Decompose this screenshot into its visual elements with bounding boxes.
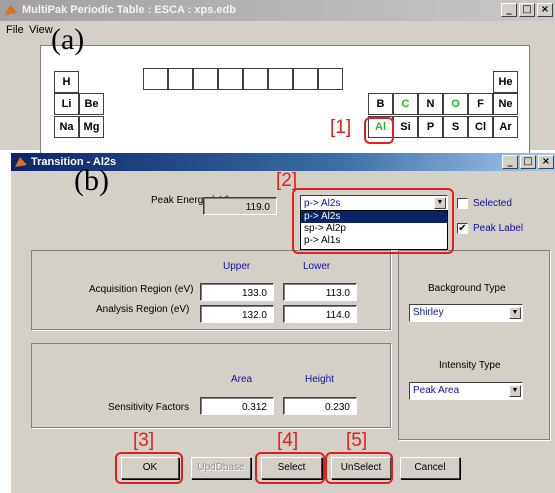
element-blank[interactable] [218,68,243,90]
minimize-button[interactable]: _ [501,3,517,17]
intensity-type-value: Peak Area [413,385,460,396]
annotation-box-2 [292,188,454,254]
element-cl[interactable]: Cl [468,116,493,138]
area-header: Area [231,374,253,385]
analysis-lower-field[interactable]: 114.0 [283,305,357,323]
element-li[interactable]: Li [54,93,79,115]
selected-checkbox[interactable] [457,198,468,209]
cancel-button[interactable]: Cancel [400,457,460,479]
annotation-box-1 [364,117,394,144]
element-blank[interactable] [318,68,343,90]
background-panel [398,250,550,440]
element-c[interactable]: C [393,93,418,115]
element-blank[interactable] [168,68,193,90]
annotation-marker-3: [3] [133,430,155,451]
element-b[interactable]: B [368,93,393,115]
annotation-marker-1: [1] [330,117,352,138]
periodic-table: H He Li Be B C N O F Ne Na Mg Al Si P S … [40,45,530,155]
annotation-box-5 [325,452,393,484]
maximize-button[interactable]: □ [520,155,536,169]
matlab-icon [5,5,17,15]
analysis-region-label: Analysis Region (eV) [96,304,190,315]
matlab-icon [15,157,27,167]
background-type-select[interactable]: Shirley ▼ [409,304,523,322]
minimize-button[interactable]: _ [502,155,518,169]
selected-checkbox-label: Selected [473,198,512,209]
acquisition-upper-field[interactable]: 133.0 [200,283,274,301]
close-button[interactable]: × [538,155,554,169]
sensitivity-panel [31,343,391,428]
annotation-box-3 [115,452,183,484]
upper-header: Upper [223,261,251,272]
element-blank[interactable] [193,68,218,90]
annotation-box-4 [255,452,325,484]
element-blank[interactable] [268,68,293,90]
element-na[interactable]: Na [54,116,79,138]
element-blank[interactable] [293,68,318,90]
intensity-type-label: Intensity Type [439,360,501,371]
menu-file[interactable]: File [6,24,24,36]
analysis-upper-field[interactable]: 132.0 [200,305,274,323]
element-he[interactable]: He [493,71,518,93]
element-o[interactable]: O [443,93,468,115]
close-button[interactable]: × [537,3,553,17]
element-f[interactable]: F [468,93,493,115]
acquisition-region-label: Acquisition Region (eV) [89,284,194,295]
element-si[interactable]: Si [393,116,418,138]
intensity-type-select[interactable]: Peak Area ▼ [409,382,523,400]
background-type-label: Background Type [428,283,506,294]
peak-label-checkbox[interactable]: ✔ [457,223,468,234]
maximize-button[interactable]: □ [519,3,535,17]
element-h[interactable]: H [54,71,79,93]
element-blank[interactable] [243,68,268,90]
peak-label-checkbox-label: Peak Label [473,223,524,234]
element-p[interactable]: P [418,116,443,138]
sensitivity-height-field[interactable]: 0.230 [283,397,357,415]
periodic-table-titlebar: MultiPak Periodic Table : ESCA : xps.edb… [0,0,555,21]
element-n[interactable]: N [418,93,443,115]
peak-energy-field: 119.0 [203,197,277,215]
annotation-label-a: (a) [51,23,85,56]
sensitivity-factors-label: Sensitivity Factors [108,402,190,413]
acquisition-lower-field[interactable]: 113.0 [283,283,357,301]
sensitivity-area-field[interactable]: 0.312 [200,397,274,415]
element-be[interactable]: Be [79,93,104,115]
chevron-down-icon[interactable]: ▼ [509,385,521,397]
lower-header: Lower [303,261,331,272]
annotation-marker-4: [4] [277,430,299,451]
menu-view[interactable]: View [29,24,53,36]
window-title: MultiPak Periodic Table : ESCA : xps.edb [22,4,236,16]
height-header: Height [305,374,334,385]
element-blank[interactable] [143,68,168,90]
element-ar[interactable]: Ar [493,116,518,138]
background-type-value: Shirley [413,307,444,318]
element-mg[interactable]: Mg [79,116,104,138]
chevron-down-icon[interactable]: ▼ [509,307,521,319]
element-s[interactable]: S [443,116,468,138]
update-database-button[interactable]: UpdDbase [191,457,251,479]
element-ne[interactable]: Ne [493,93,518,115]
annotation-label-b: (b) [74,164,109,197]
annotation-marker-5: [5] [346,430,368,451]
